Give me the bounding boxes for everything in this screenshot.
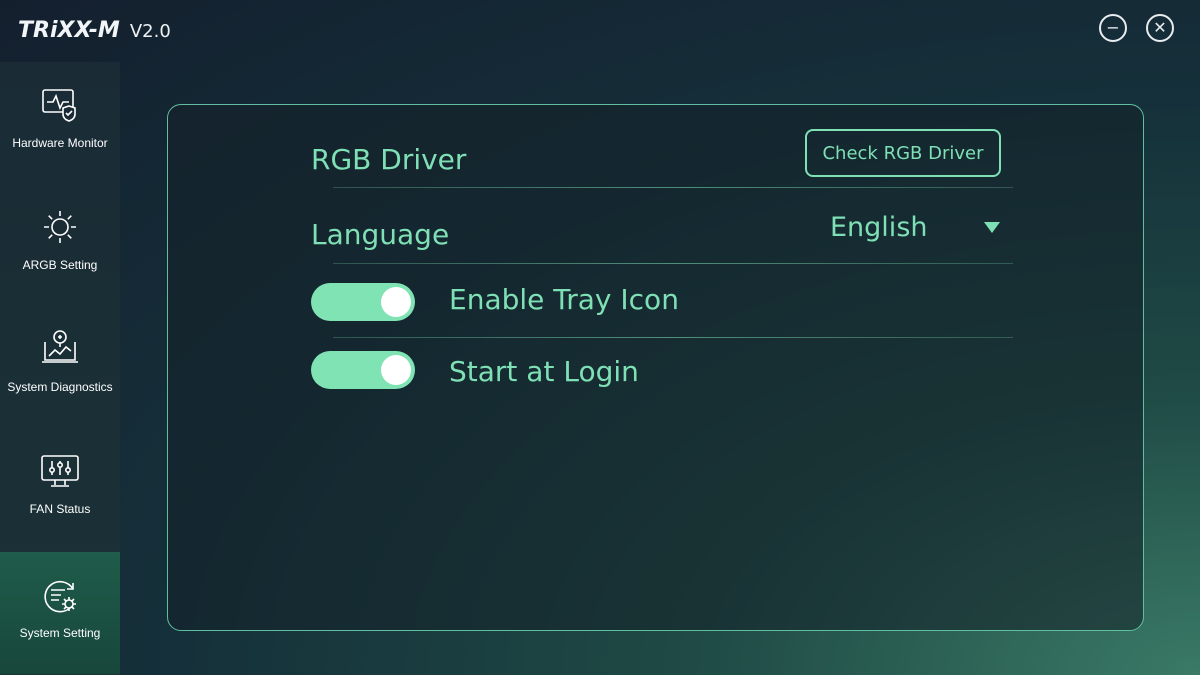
language-dropdown[interactable]: English <box>830 207 1002 247</box>
app-brand: TRiXX-M <box>18 18 120 43</box>
sidebar-item-label: Hardware Monitor <box>12 136 108 150</box>
divider <box>333 187 1013 188</box>
language-value: English <box>830 211 928 243</box>
tray-icon-label: Enable Tray Icon <box>449 283 679 316</box>
language-label: Language <box>311 218 450 251</box>
minimize-button[interactable]: − <box>1099 14 1127 42</box>
sidebar-item-label: FAN Status <box>29 502 91 516</box>
start-login-label: Start at Login <box>449 355 639 388</box>
close-button[interactable]: ✕ <box>1146 14 1174 42</box>
tray-icon-toggle[interactable] <box>311 283 415 321</box>
sidebar-item-label: System Setting <box>19 626 101 640</box>
sidebar: Hardware Monitor ARGB Setting System Dia… <box>0 62 120 675</box>
sidebar-item-fan-status[interactable]: FAN Status <box>0 428 120 550</box>
sidebar-item-label: ARGB Setting <box>22 258 98 272</box>
fan-status-icon <box>41 455 79 487</box>
toggle-knob <box>381 355 411 385</box>
sidebar-item-system-diagnostics[interactable]: System Diagnostics <box>0 306 120 428</box>
app-logo: TRiXX-M V2.0 <box>18 18 171 43</box>
check-rgb-driver-button[interactable]: Check RGB Driver <box>805 129 1001 177</box>
close-icon: ✕ <box>1153 18 1167 37</box>
divider <box>333 337 1013 338</box>
app-version: V2.0 <box>129 21 171 42</box>
diagnostics-icon <box>42 330 78 363</box>
sidebar-item-label: System Diagnostics <box>7 380 113 394</box>
start-login-toggle[interactable] <box>311 351 415 389</box>
sidebar-item-system-setting[interactable]: System Setting <box>0 552 120 674</box>
minus-icon: − <box>1106 18 1120 37</box>
caret-down-icon <box>984 221 1000 233</box>
toggle-knob <box>381 287 411 317</box>
sidebar-item-argb-setting[interactable]: ARGB Setting <box>0 184 120 306</box>
system-settings-panel: RGB Driver Check RGB Driver Language Eng… <box>167 104 1144 631</box>
divider <box>333 263 1013 264</box>
settings-gear-icon <box>44 580 76 613</box>
sidebar-item-hardware-monitor[interactable]: Hardware Monitor <box>0 62 120 184</box>
rgb-driver-label: RGB Driver <box>311 143 467 176</box>
hardware-monitor-icon <box>42 89 76 122</box>
sun-icon <box>44 211 76 243</box>
title-bar: TRiXX-M V2.0 − ✕ <box>0 0 1200 62</box>
